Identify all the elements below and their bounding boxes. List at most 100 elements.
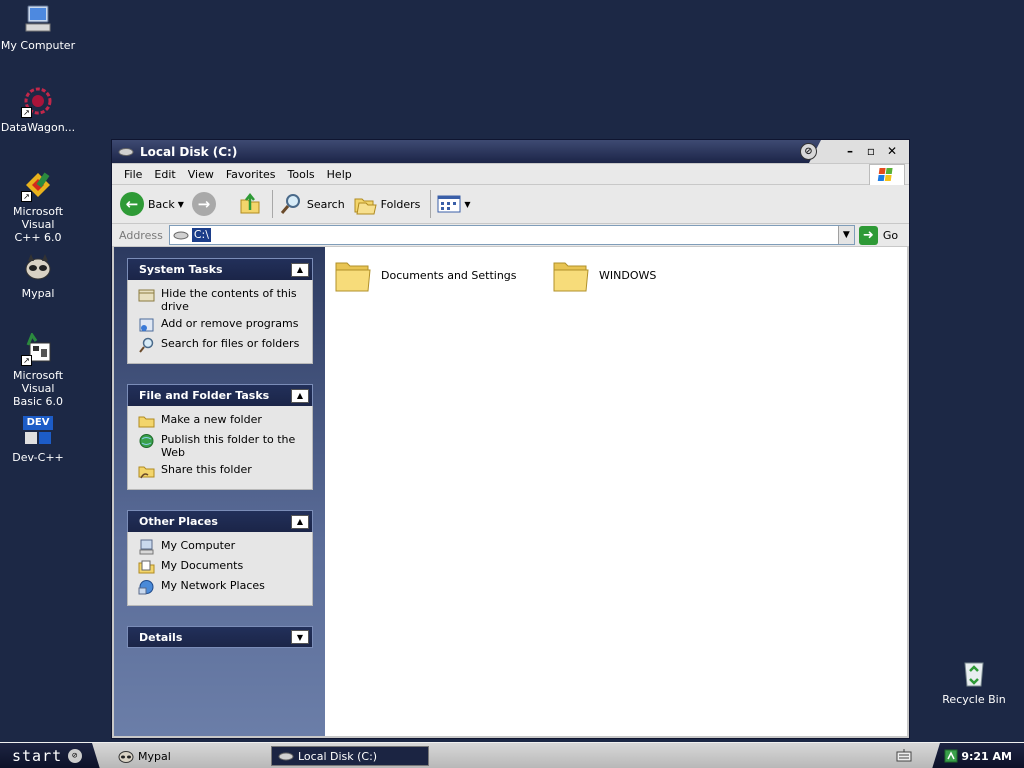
mypal-icon: [118, 751, 134, 763]
collapse-up-icon[interactable]: ▲: [291, 388, 309, 403]
panel-header[interactable]: File and Folder Tasks ▲: [127, 384, 313, 406]
desktop-icon-label: Dev-C++: [12, 451, 64, 464]
task-search-files[interactable]: Search for files or folders: [138, 337, 304, 353]
windows-logo-icon: [869, 164, 905, 186]
shortcut-arrow-icon: ↗: [21, 355, 32, 366]
go-button[interactable]: ➜ Go: [858, 225, 898, 245]
folder-item[interactable]: Documents and Settings: [333, 255, 517, 295]
address-bar: Address C:\ ▼ ➜ Go: [112, 224, 909, 246]
panel-body: Hide the contents of this drive Add or r…: [127, 280, 313, 364]
up-folder-icon: [240, 192, 260, 214]
task-pane: System Tasks ▲ Hide the contents of this…: [114, 247, 325, 736]
visual-cpp-icon: ↗: [21, 168, 55, 202]
window-title: Local Disk (C:): [140, 144, 238, 159]
desktop-icon-dev-cpp[interactable]: DEV Dev-C++: [0, 414, 78, 464]
up-folder-button[interactable]: [238, 192, 262, 216]
task-label: Search for files or folders: [161, 337, 300, 350]
panel-title: File and Folder Tasks: [139, 389, 270, 402]
clock[interactable]: 9:21 AM: [961, 750, 1012, 763]
back-button[interactable]: ← Back ▼: [120, 192, 184, 216]
folder-item[interactable]: WINDOWS: [551, 255, 656, 295]
desktop-icon-my-computer[interactable]: My Computer: [0, 2, 78, 52]
menu-edit[interactable]: Edit: [148, 168, 181, 181]
forward-button[interactable]: →: [191, 192, 220, 216]
panel-title: Details: [139, 630, 183, 644]
folders-icon: [354, 198, 377, 215]
address-input[interactable]: C:\ ▼: [168, 225, 855, 245]
close-button[interactable]: ✕: [885, 145, 899, 159]
dev-logo-text: DEV: [23, 416, 53, 430]
panel-body: My Computer My Documents My Network Plac…: [127, 532, 313, 606]
toolbar: ← Back ▼ → Search Folders ▼: [112, 185, 909, 223]
file-list-view: Documents and Settings WINDOWS: [325, 247, 907, 736]
task-label: Make a new folder: [161, 413, 262, 426]
views-button[interactable]: ▼: [437, 194, 471, 214]
folders-button[interactable]: Folders: [353, 192, 420, 216]
menu-favorites[interactable]: Favorites: [220, 168, 282, 181]
place-my-documents[interactable]: My Documents: [138, 559, 304, 575]
drive-icon: [173, 231, 189, 239]
expand-down-icon[interactable]: ▼: [291, 630, 309, 644]
place-my-computer[interactable]: My Computer: [138, 539, 304, 555]
my-computer-icon: [21, 2, 55, 36]
desktop-icon-visual-cpp[interactable]: ↗ Microsoft Visual C++ 6.0: [0, 168, 78, 244]
hide-contents-icon: [138, 289, 155, 302]
desktop-icon-recycle-bin[interactable]: Recycle Bin: [934, 656, 1014, 706]
task-label: Hide the contents of this drive: [161, 287, 297, 313]
folder-icon: [335, 262, 371, 292]
drive-icon: [278, 752, 294, 760]
task-new-folder[interactable]: Make a new folder: [138, 413, 304, 429]
folder-name: WINDOWS: [599, 268, 657, 282]
window-titlebar[interactable]: Local Disk (C:) ⊘ – ▫ ✕: [112, 140, 909, 163]
minimize-button[interactable]: –: [843, 145, 857, 159]
forward-arrow-icon: →: [191, 192, 216, 216]
collapse-up-icon[interactable]: ▲: [291, 262, 309, 277]
start-orb-icon: ⊘: [68, 749, 83, 763]
task-add-remove-programs[interactable]: Add or remove programs: [138, 317, 304, 333]
panel-body: Make a new folder Publish this folder to…: [127, 406, 313, 490]
desktop-icon-datawagon[interactable]: ↗ DataWagon...: [0, 84, 78, 134]
task-hide-contents[interactable]: Hide the contents of this drive: [138, 287, 304, 313]
menu-help[interactable]: Help: [321, 168, 358, 181]
place-network-places[interactable]: My Network Places: [138, 579, 304, 595]
task-publish-web[interactable]: Publish this folder to the Web: [138, 433, 304, 459]
taskbar: start ⊘ Mypal Local Disk (C:) 9:21 AM: [0, 742, 1024, 768]
menu-bar: File Edit View Favorites Tools Help: [112, 164, 909, 184]
system-tray: 9:21 AM: [932, 743, 1024, 768]
share-folder-icon: [138, 466, 155, 479]
address-dropdown-button[interactable]: ▼: [837, 226, 854, 244]
task-label: Publish this folder to the Web: [161, 433, 296, 459]
network-tray-icon[interactable]: [944, 749, 958, 763]
my-computer-icon: [139, 539, 154, 555]
task-label: My Documents: [161, 559, 244, 572]
taskbar-button-local-disk[interactable]: Local Disk (C:): [271, 746, 429, 766]
back-arrow-icon: ←: [120, 192, 144, 216]
menu-file[interactable]: File: [118, 168, 148, 181]
back-dropdown-icon[interactable]: ▼: [178, 200, 184, 209]
details-panel: Details ▼: [127, 626, 313, 648]
menu-tools[interactable]: Tools: [282, 168, 321, 181]
desktop-icon-label: My Computer: [0, 39, 76, 52]
desktop-icon-mypal[interactable]: Mypal: [0, 250, 78, 300]
desktop-icon-label: Recycle Bin: [942, 693, 1006, 706]
task-share-folder[interactable]: Share this folder: [138, 463, 304, 479]
taskbar-button-mypal[interactable]: Mypal: [112, 746, 267, 766]
toolbar-separator: [271, 190, 273, 218]
search-button[interactable]: Search: [279, 192, 345, 216]
theme-logo-icon[interactable]: ⊘: [800, 143, 817, 160]
maximize-button[interactable]: ▫: [864, 145, 878, 159]
panel-header[interactable]: System Tasks ▲: [127, 258, 313, 280]
views-icon: [437, 195, 461, 213]
search-label: Search: [306, 197, 345, 211]
panel-header[interactable]: Details ▼: [127, 626, 313, 648]
panel-title: Other Places: [139, 515, 218, 528]
visual-basic-icon: ↗: [21, 332, 55, 366]
keyboard-icon[interactable]: [896, 749, 912, 762]
drive-icon: [118, 147, 134, 156]
menu-view[interactable]: View: [182, 168, 220, 181]
desktop-icon-visual-basic[interactable]: ↗ Microsoft Visual Basic 6.0: [0, 332, 78, 408]
add-remove-programs-icon: [139, 318, 154, 332]
collapse-up-icon[interactable]: ▲: [291, 514, 309, 529]
start-button[interactable]: start ⊘: [0, 743, 100, 768]
panel-header[interactable]: Other Places ▲: [127, 510, 313, 532]
